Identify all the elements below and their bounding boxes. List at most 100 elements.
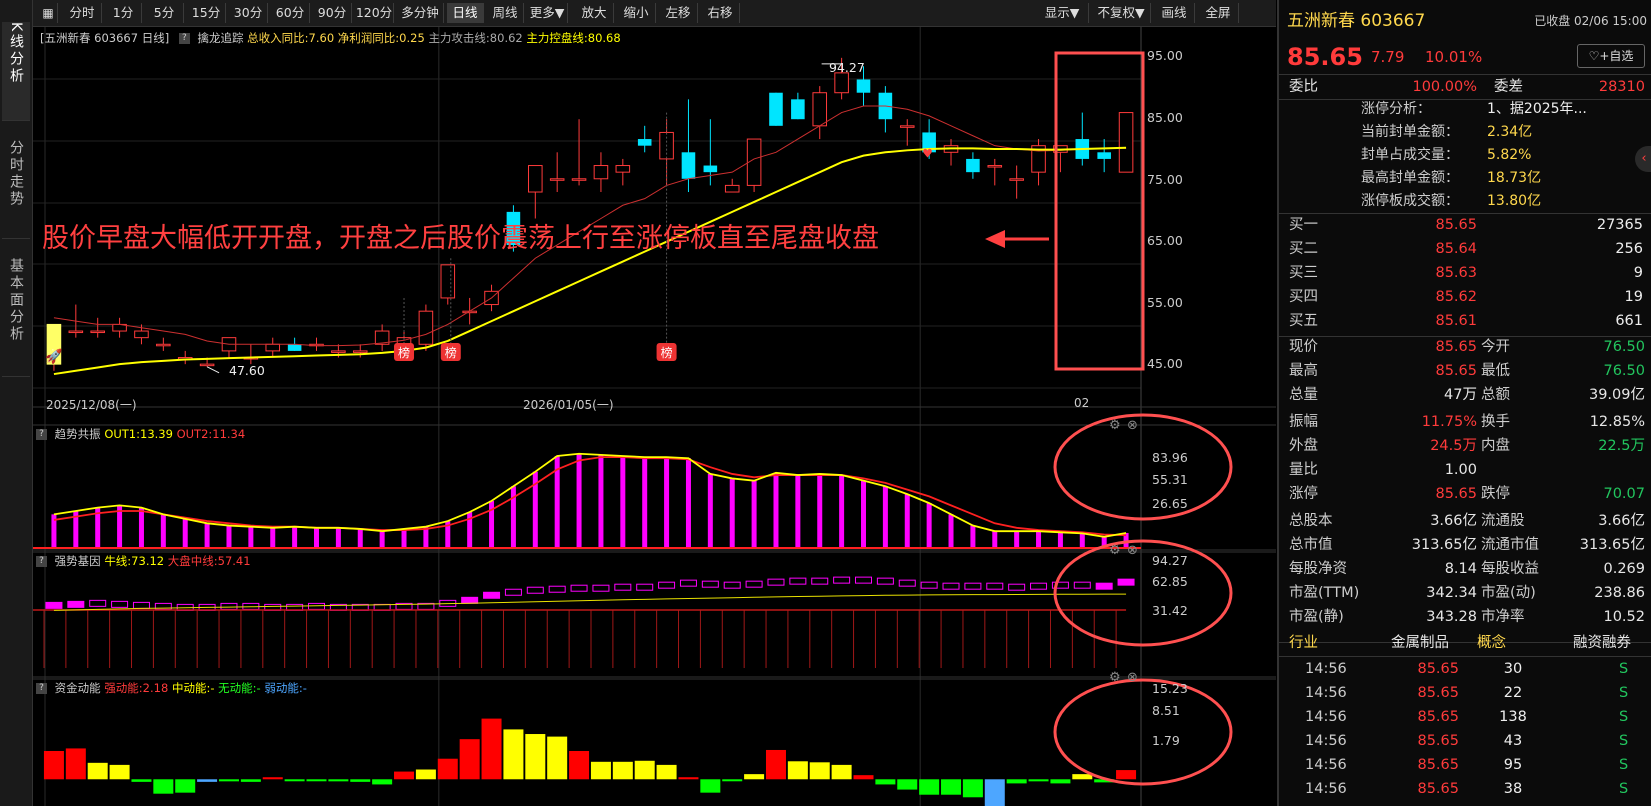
candle-body [966,158,980,173]
tool-button[interactable]: 右移 [701,3,740,23]
momentum-bar [437,758,458,780]
stat-value: 1.00 [1444,462,1477,478]
trend-bar [1057,532,1063,548]
momentum-bar [175,779,196,793]
stat-label: 跌停 [1481,486,1510,502]
trade-volume: 22 [1503,685,1523,701]
industry-value[interactable]: 金属制品 [1391,632,1449,655]
stat-label: 市盈(TTM) [1289,585,1360,601]
momentum-bar [612,761,633,780]
bid-price: 85.64 [1435,241,1477,257]
tool-button[interactable]: 放大 [575,3,614,23]
trend-bar [335,527,341,548]
candle-body [156,343,171,347]
help-icon[interactable]: ? [178,33,190,44]
concept-label[interactable]: 概念 [1477,632,1506,655]
toolbar-right-button[interactable]: 画线 [1154,3,1195,23]
candle-body [769,92,783,126]
gear-icon[interactable]: ⚙ [1109,418,1121,433]
period-tab[interactable]: 60分 [271,3,310,23]
help-icon[interactable]: ? [36,683,47,694]
momentum-bar [350,779,371,782]
period-tab[interactable]: 周线 [487,3,524,23]
grid-icon[interactable]: ▦ [39,3,58,23]
margin-label[interactable]: 融资融券 [1573,632,1631,655]
close-icon[interactable]: ⊗ [1127,670,1138,685]
trade-volume: 95 [1503,757,1523,773]
gear-icon[interactable]: ⚙ [1109,670,1121,685]
trend-bar [401,528,407,548]
period-tab[interactable]: 5分 [145,3,184,23]
period-tab[interactable]: 更多▼ [527,3,568,23]
sub2-header: ? 强势基因 牛线:73.12 大盘中线:57.41 [36,553,251,569]
toolbar-right-button[interactable]: 不复权▼ [1092,3,1151,23]
momentum-bar [503,729,524,780]
gene-box [1073,581,1091,589]
trend-bar [1014,531,1020,548]
period-tab[interactable]: 1分 [105,3,142,23]
help-icon[interactable]: ? [36,429,47,440]
candle-body [681,152,696,179]
toolbar-right-button[interactable]: 显示▼ [1036,3,1089,23]
gene-box [898,579,916,587]
momentum-bar [678,777,699,780]
period-tab[interactable]: 15分 [187,3,226,23]
gene-box [701,580,719,588]
tab-fundamentals[interactable]: 基本面分析 [2,258,30,377]
period-tab[interactable]: 90分 [313,3,352,23]
momentum-bar [1006,779,1027,784]
close-icon[interactable]: ⊗ [1127,418,1138,433]
sub3-header: ? 资金动能 强动能:2.18 中动能:- 无动能:- 弱动能:- [36,680,307,696]
main-attack-line: 主力攻击线:80.62 [428,31,523,45]
period-tab[interactable]: 日线 [447,3,484,23]
momentum-bar [897,779,918,790]
gene-box [833,576,851,584]
tab-kline[interactable]: K线分析 [2,22,30,121]
stat-value: 22.5万 [1598,438,1645,454]
add-watchlist-button[interactable]: ♡+自选 [1577,44,1645,68]
toolbar-right-button[interactable]: 全屏 [1198,3,1239,23]
gene-box [89,599,107,607]
bid-volume: 19 [1624,289,1643,305]
period-tab[interactable]: 30分 [229,3,268,23]
industry-label[interactable]: 行业 [1289,632,1318,655]
stat-label: 市盈(静) [1289,609,1344,625]
stock-name-code: 五洲新春 603667 [1287,10,1425,33]
tool-button[interactable]: 左移 [659,3,698,23]
close-icon[interactable]: ⊗ [1127,543,1138,558]
gene-box [592,584,610,592]
gene-box [614,583,632,591]
gene-box [942,582,960,590]
period-tab[interactable]: 多分钟 [397,3,444,23]
tab-timeshare[interactable]: 分时走势 [2,140,30,239]
stat-value: 0.269 [1603,561,1645,577]
momentum-bar [853,775,874,780]
momentum-bar [809,762,830,780]
gene-box [220,602,238,610]
limit-row-value: 18.73亿 [1487,170,1542,186]
trade-time: 14:56 [1305,733,1347,749]
tool-button[interactable]: 缩小 [617,3,656,23]
tab-timeshare-label: 分时走势 [8,140,24,208]
candle-body [856,79,871,93]
help-icon[interactable]: ? [36,556,47,567]
stat-value: 76.50 [1603,339,1645,355]
price-axis-label: 55.00 [1147,295,1183,310]
trade-volume: 43 [1503,733,1523,749]
gear-icon[interactable]: ⚙ [1109,543,1121,558]
stat-label: 最高 [1289,363,1318,379]
stock-tag: [五洲新春 603667 日线] [40,31,170,45]
period-tab[interactable]: 120分 [355,3,394,23]
chart-info-line: [五洲新春 603667 日线] ? 擒龙追踪 总收入同比:7.60 净利润同比… [40,30,621,46]
limit-row-label: 当前封单金额： [1361,124,1459,140]
stat-value: 85.65 [1435,339,1477,355]
trade-volume: 138 [1499,709,1527,725]
trend-bar [160,514,166,548]
stat-value: 11.75% [1421,414,1477,430]
collapse-arrow-icon[interactable]: ‹ [1635,146,1651,172]
bid-price: 85.65 [1435,217,1477,233]
period-tab[interactable]: 分时 [63,3,102,23]
gene-box [461,596,479,604]
limit-row-value: 5.82% [1487,147,1532,163]
trade-time: 14:56 [1305,757,1347,773]
